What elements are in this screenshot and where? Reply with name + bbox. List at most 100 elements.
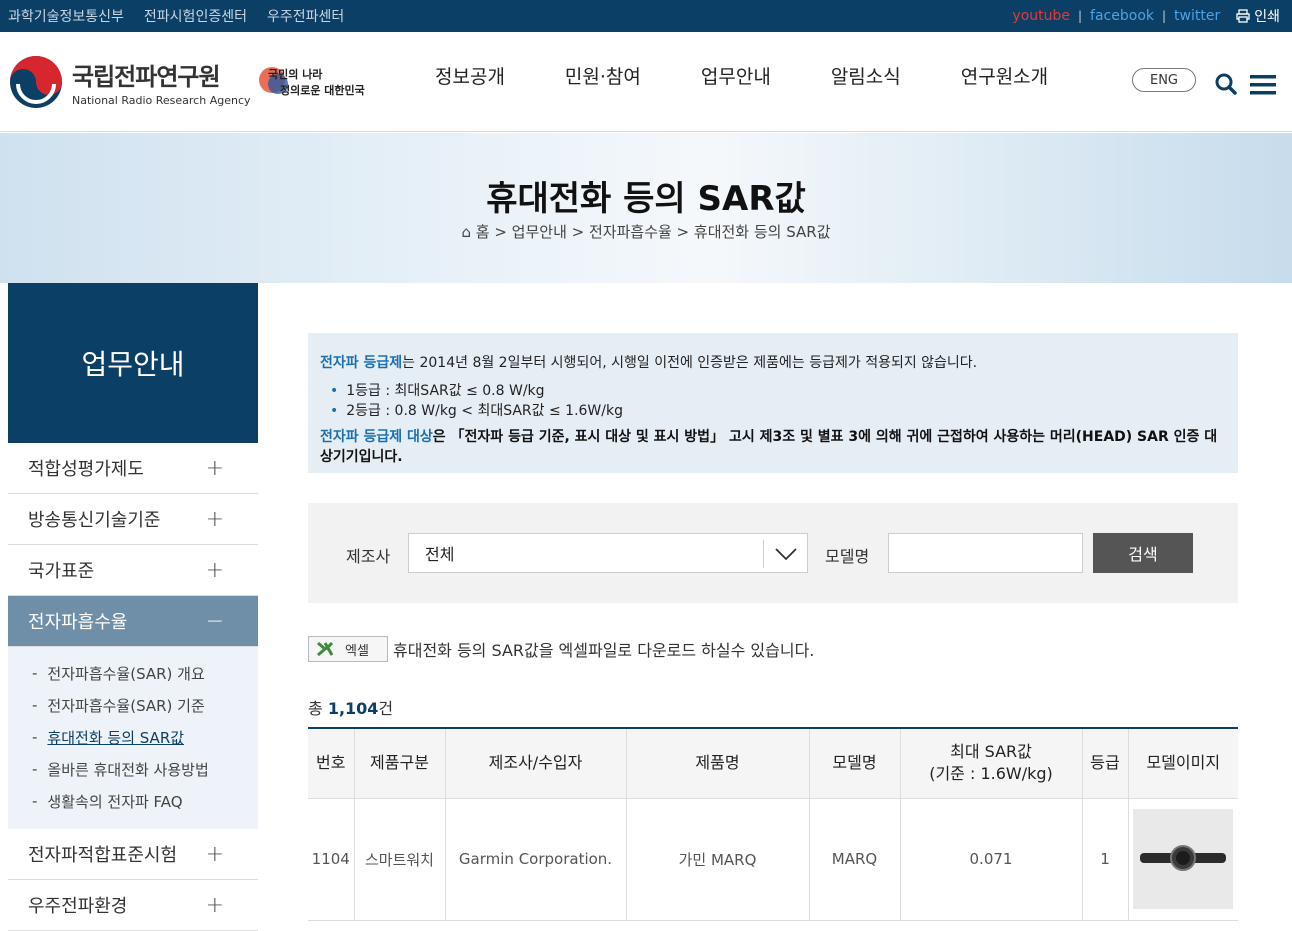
grade-list: 1등급 : 최대SAR값 ≤ 0.8 W/kg 2등급 : 0.8 W/kg <… [330,381,1226,421]
nav-info-disclosure[interactable]: 정보공개 [435,62,505,89]
sidebar-item-emc-test[interactable]: 전자파적합표준시험 + [8,829,258,880]
maker-select[interactable]: 전체 [408,533,808,573]
page-banner: 휴대전화 등의 SAR값 ⌂ 홈 > 업무안내 > 전자파흡수율 > 휴대전화 … [0,133,1292,283]
nav-news[interactable]: 알림소식 [831,62,901,89]
result-count: 총 1,104건 [308,699,394,718]
nav-about[interactable]: 연구원소개 [961,62,1048,89]
svg-text:정의로운 대한민국: 정의로운 대한민국 [280,83,365,97]
hamburger-icon [1250,75,1276,95]
submenu-item[interactable]: - 전자파흡수율(SAR) 개요 [32,657,258,689]
grade-1: 1등급 : 최대SAR값 ≤ 0.8 W/kg [330,381,1226,401]
submenu-item[interactable]: - 전자파흡수율(SAR) 기준 [32,689,258,721]
sidebar-item-space-weather[interactable]: 우주전파환경 + [8,880,258,931]
link-rra-center[interactable]: 전파시험인증센터 [144,6,247,26]
notice-line-1: 전자파 등급제는 2014년 8월 2일부터 시행되어, 시행일 이전에 인증받… [320,355,978,371]
submenu-item-current[interactable]: - 휴대전화 등의 SAR값 [32,721,258,753]
col-type: 제품구분 [354,728,446,799]
facebook-link[interactable]: facebook [1082,8,1162,24]
excel-icon [317,642,334,656]
excel-download-button[interactable]: 엑셀 [308,636,388,662]
sidebar-submenu: - 전자파흡수율(SAR) 개요 - 전자파흡수율(SAR) 기준 - 휴대전화 등의… [8,647,258,829]
sidebar-item-sar[interactable]: 전자파흡수율 − [8,596,258,647]
twitter-link[interactable]: twitter [1166,8,1228,24]
col-no: 번호 [308,728,355,799]
col-maker: 제조사/수입자 [445,728,627,799]
breadcrumb: ⌂ 홈 > 업무안내 > 전자파흡수율 > 휴대전화 등의 SAR값 [0,221,1292,242]
col-model: 모델명 [809,728,901,799]
link-msit[interactable]: 과학기술정보통신부 [8,6,124,26]
logo-english: National Radio Research Agency [72,94,251,107]
page-title: 휴대전화 등의 SAR값 [486,179,806,219]
sar-table: 번호 제품구분 제조사/수입자 제품명 모델명 최대 SAR값 (기준 : 1.6… [308,727,1238,921]
sidebar-item-label: 적합성평가제도 [28,459,144,480]
plus-icon: + [205,455,224,481]
nav-services[interactable]: 업무안내 [701,62,771,89]
agency-emblem-icon [10,56,62,108]
sidebar-item-label: 방송통신기술기준 [28,510,161,531]
breadcrumb-text: 홈 > 업무안내 > 전자파흡수율 > 휴대전화 등의 SAR값 [475,223,831,241]
top-utility-bar: 과학기술정보통신부 전파시험인증센터 우주전파센터 youtube | face… [0,0,1292,32]
all-menu-button[interactable] [1250,72,1276,98]
cell-type: 스마트워치 [354,798,446,921]
col-product: 제품명 [626,728,810,799]
sidebar: 업무안내 적합성평가제도 + 방송통신기술기준 + 국가표준 + 전자파흡수율 − -전… [8,283,258,931]
sidebar-item-national-standards[interactable]: 국가표준 + [8,545,258,596]
main-nav: 정보공개 민원·참여 업무안내 알림소식 연구원소개 [435,62,1108,89]
notice-line-2: 전자파 등급제 대상은 「전자파 등급 기준, 표시 대상 및 표시 방법」 고… [320,429,1218,465]
excel-description: 휴대전화 등의 SAR값을 엑셀파일로 다운로드 하실수 있습니다. [393,641,815,660]
cell-no: 1104 [308,798,355,921]
sidebar-item-tech-standards[interactable]: 방송통신기술기준 + [8,494,258,545]
print-button[interactable]: 인쇄 [1228,6,1288,26]
cell-sar: 0.071 [900,798,1083,921]
cell-grade: 1 [1082,798,1129,921]
government-slogan-logo: 국민의 나라 정의로운 대한민국 [258,60,378,104]
chevron-down-icon [763,540,807,568]
sidebar-item-label: 우주전파환경 [28,896,128,917]
home-icon: ⌂ [461,223,471,241]
col-max-sar: 최대 SAR값 (기준 : 1.6W/kg) [900,728,1083,799]
model-input[interactable] [888,533,1083,573]
product-thumbnail[interactable] [1133,809,1234,909]
search-filter: 제조사 전체 모델명 검색 [308,503,1238,603]
submenu-item[interactable]: - 올바른 휴대전화 사용방법 [32,753,258,785]
sidebar-item-label: 전자파흡수율 [28,612,128,633]
nav-civil-participation[interactable]: 민원·참여 [565,62,641,89]
submenu-item[interactable]: - 생활속의 전자파 FAQ [32,785,258,817]
plus-icon: + [205,841,224,867]
plus-icon: + [205,557,224,583]
top-links: 과학기술정보통신부 전파시험인증센터 우주전파센터 [8,0,344,32]
link-space-weather[interactable]: 우주전파센터 [267,6,344,26]
sidebar-item-label: 국가표준 [28,561,95,582]
search-submit-button[interactable]: 검색 [1093,533,1193,573]
youtube-link[interactable]: youtube [1004,8,1078,24]
minus-icon: − [205,608,224,634]
cell-model: MARQ [809,798,901,921]
grade-2: 2등급 : 0.8 W/kg < 최대SAR값 ≤ 1.6W/kg [330,401,1226,421]
maker-label: 제조사 [346,547,391,566]
sar-grade-notice: 전자파 등급제는 2014년 8월 2일부터 시행되어, 시행일 이전에 인증받… [308,333,1238,473]
logo-korean: 국립전파연구원 [72,63,221,91]
sidebar-item-conformity[interactable]: 적합성평가제도 + [8,443,258,494]
print-label: 인쇄 [1254,9,1280,25]
social-links: youtube | facebook | twitter 인쇄 [1004,0,1288,32]
printer-icon [1236,9,1250,23]
svg-text:국민의 나라: 국민의 나라 [268,67,323,81]
site-header: 국립전파연구원 National Radio Research Agency 국… [0,32,1292,132]
col-grade: 등급 [1082,728,1129,799]
maker-select-value: 전체 [425,545,455,564]
english-site-button[interactable]: ENG [1132,68,1196,92]
site-logo[interactable]: 국립전파연구원 National Radio Research Agency [8,54,251,110]
cell-product: 가민 MARQ [626,798,810,921]
plus-icon: + [205,506,224,532]
model-label: 모델명 [825,547,870,566]
excel-label: 엑셀 [345,643,369,659]
search-icon [1215,73,1237,95]
sidebar-item-label: 전자파적합표준시험 [28,845,178,866]
col-image: 모델이미지 [1128,728,1238,799]
table-row[interactable]: 1104 스마트워치 Garmin Corporation. 가민 MARQ M… [308,798,1238,921]
smartwatch-image [1140,845,1227,871]
sidebar-title: 업무안내 [8,283,258,443]
plus-icon: + [205,892,224,918]
cell-maker: Garmin Corporation. [445,798,627,921]
search-button[interactable] [1214,72,1238,96]
